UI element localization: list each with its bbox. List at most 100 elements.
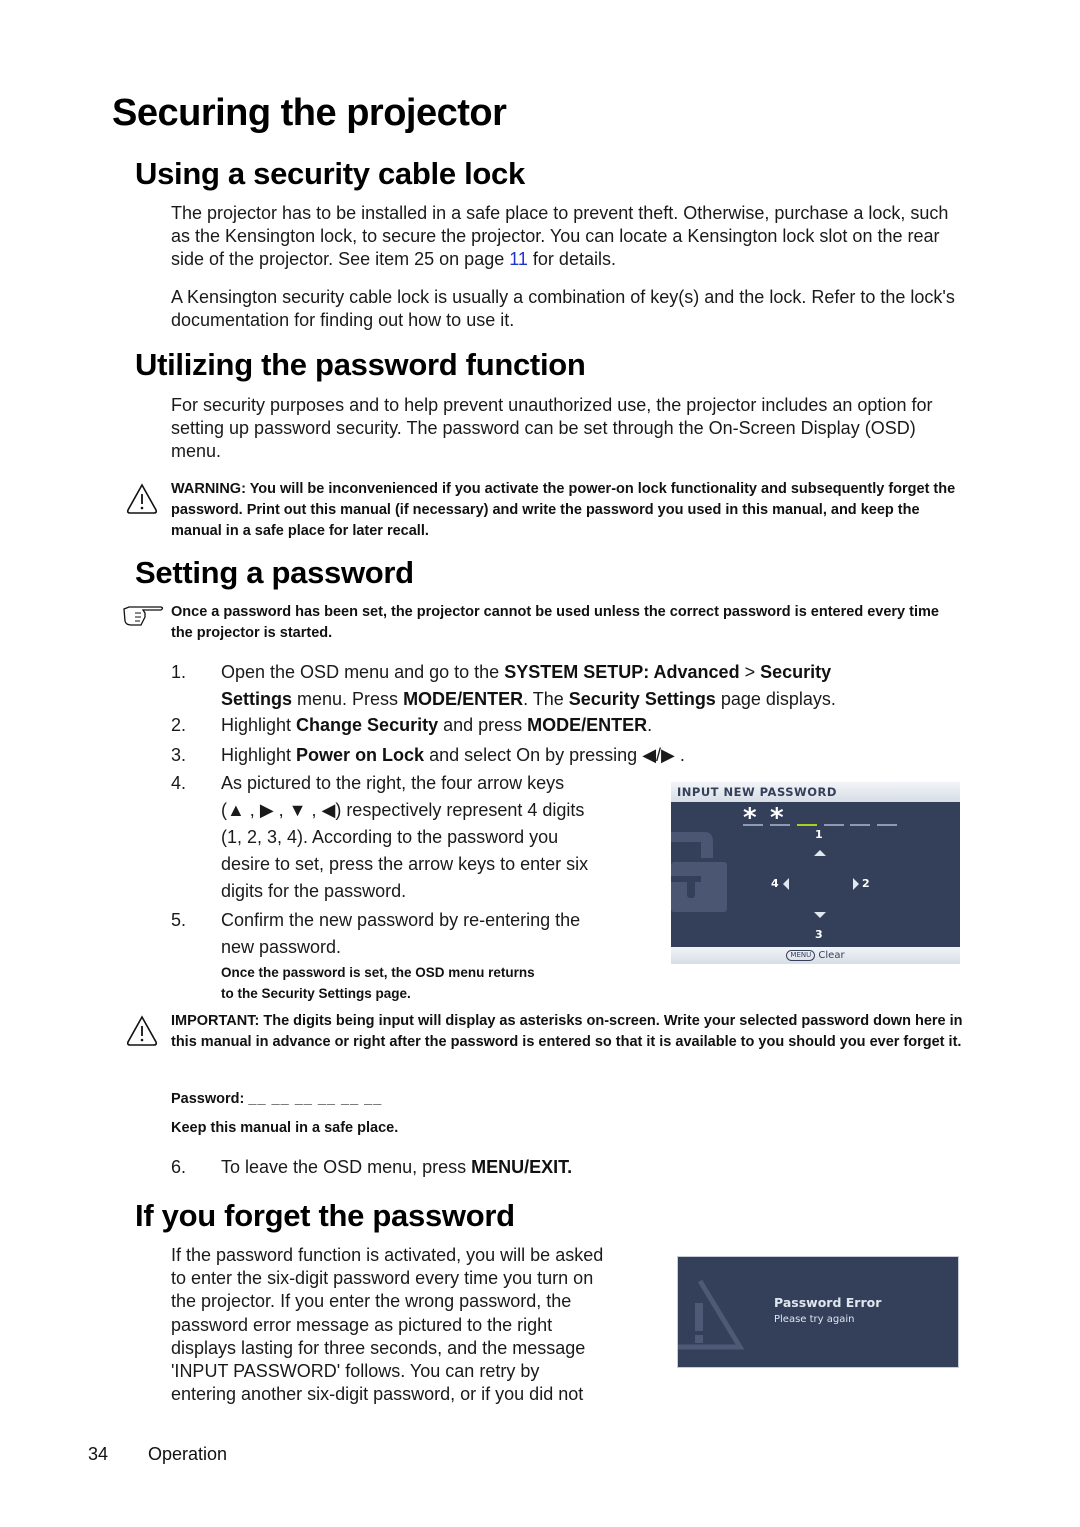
warning-note: WARNING: You will be inconvenienced if y… — [171, 479, 961, 542]
password-label: Password: — [171, 1091, 245, 1107]
password-slot — [770, 824, 790, 826]
menu-path: SYSTEM SETUP: Advanced — [504, 662, 740, 682]
text-line: displays lasting for three seconds, and … — [171, 1337, 586, 1358]
digit-left-label: 4 — [771, 877, 779, 890]
digit-right-label: 2 — [862, 877, 870, 890]
important-text: The digits being input will display as a… — [171, 1013, 963, 1050]
password-slot — [850, 824, 870, 826]
digit-down-label: 3 — [815, 928, 823, 941]
step-text: Highlight Change Security and press MODE… — [221, 712, 961, 739]
password-slot-active — [797, 824, 817, 826]
menu-item: Power on Lock — [296, 745, 425, 765]
text-line: Once the password is set, the OSD menu r… — [221, 965, 535, 980]
text-line: (▲ , ▶ , ▼ , ◀) respectively represent 4… — [221, 800, 585, 820]
text-line: desire to set, press the arrow keys to e… — [221, 854, 589, 874]
footer-section-label: Operation — [148, 1444, 228, 1464]
important-label: IMPORTANT: — [171, 1013, 260, 1029]
cable-lock-paragraph-2: A Kensington security cable lock is usua… — [171, 287, 955, 330]
key-name: MODE/ENTER — [527, 715, 648, 735]
text: page displays. — [715, 689, 836, 709]
text: Open the OSD menu and go to the — [221, 662, 505, 682]
text-line: 'INPUT PASSWORD' follows. You can retry … — [171, 1361, 540, 1382]
osd-header: INPUT NEW PASSWORD — [671, 782, 960, 802]
warning-text: You will be inconvenienced if you activa… — [171, 481, 956, 539]
keep-safe-note: Keep this manual in a safe place. — [171, 1120, 399, 1136]
text-line: the projector. If you enter the wrong pa… — [171, 1291, 572, 1312]
step-text: To leave the OSD menu, press MENU/EXIT. — [221, 1154, 961, 1181]
text-line: digits for the password. — [221, 881, 407, 901]
lock-icon — [671, 832, 727, 912]
arrow-up-icon — [814, 850, 826, 856]
menu-path: Settings — [221, 689, 293, 709]
cable-lock-paragraph-1: The projector has to be installed in a s… — [171, 202, 956, 271]
step-5-subnote: Once the password is set, the OSD menu r… — [221, 962, 651, 1004]
text-line: As pictured to the right, the four arrow… — [221, 773, 565, 793]
text-line: to enter the six-digit password every ti… — [171, 1268, 594, 1289]
warning-label: WARNING: — [171, 481, 246, 497]
error-message: Please try again — [774, 1314, 855, 1325]
section-heading-setting-password: Setting a password — [135, 555, 414, 590]
text: To leave the OSD menu, press — [221, 1157, 472, 1177]
text: Highlight — [221, 745, 297, 765]
password-slot — [824, 824, 844, 826]
arrow-left-icon — [783, 878, 789, 890]
footer-action: Clear — [818, 950, 845, 961]
text: . The — [523, 689, 569, 709]
step-number: 1. — [171, 662, 187, 682]
step-text: Highlight Power on Lock and select On by… — [221, 742, 961, 769]
text: Highlight — [221, 715, 297, 735]
text: . — [674, 745, 685, 765]
step-number: 6. — [171, 1157, 187, 1177]
text-line: to the Security Settings page. — [221, 986, 411, 1001]
setting-password-note: Once a password has been set, the projec… — [171, 604, 939, 641]
digit-up-label: 1 — [815, 828, 823, 841]
section-heading-forget-password: If you forget the password — [135, 1198, 515, 1233]
section-heading-cable-lock: Using a security cable lock — [135, 156, 525, 191]
step-number: 5. — [171, 910, 187, 930]
text: and press — [438, 715, 528, 735]
text-line: password error message as pictured to th… — [171, 1314, 553, 1335]
warning-icon — [126, 1015, 158, 1046]
step-text: Open the OSD menu and go to the SYSTEM S… — [221, 659, 961, 713]
password-slot — [877, 824, 897, 826]
section-heading-password-function: Utilizing the password function — [135, 347, 586, 382]
text-line: Confirm the new password by re-entering … — [221, 910, 581, 930]
password-function-paragraph: For security purposes and to help preven… — [171, 395, 933, 461]
menu-name: Security Settings — [568, 689, 716, 709]
menu-path: Security — [760, 662, 832, 682]
text: and select On by pressing — [424, 745, 643, 765]
step-text: Confirm the new password by re-entering … — [221, 907, 661, 961]
text-line: (1, 2, 3, 4). According to the password … — [221, 827, 559, 847]
menu-item: Change Security — [296, 715, 439, 735]
page-title: Securing the projector — [112, 92, 507, 134]
password-slot — [743, 824, 763, 826]
text: > — [739, 662, 761, 682]
paragraph-text: for details. — [527, 249, 616, 269]
important-note: IMPORTANT: The digits being input will d… — [171, 1011, 971, 1053]
arrow-down-icon — [814, 912, 826, 918]
step-number: 2. — [171, 715, 187, 735]
arrow-keys-icon: ◀/▶ — [642, 745, 675, 765]
page-link[interactable]: 11 — [509, 249, 528, 269]
step-text: As pictured to the right, the four arrow… — [221, 770, 661, 905]
osd-password-error-screenshot: Password Error Please try again — [677, 1256, 959, 1368]
password-record-line: Password: __ __ __ __ __ __ — [171, 1089, 571, 1110]
password-blanks: __ __ __ __ __ __ — [248, 1091, 383, 1107]
text-line: If the password function is activated, y… — [171, 1245, 604, 1265]
warning-icon — [126, 483, 158, 514]
arrow-right-icon — [853, 878, 859, 890]
page-number: 34 — [88, 1444, 109, 1464]
key-name: MENU/EXIT. — [471, 1157, 573, 1177]
hand-pointer-icon — [123, 606, 164, 626]
error-title: Password Error — [774, 1295, 882, 1310]
step-number: 4. — [171, 773, 187, 793]
menu-button-icon: MENU — [786, 950, 816, 961]
forget-password-paragraph: If the password function is activated, y… — [171, 1244, 661, 1406]
osd-input-password-screenshot: INPUT NEW PASSWORD * * 1 4 2 3 MENU Clea… — [671, 782, 960, 964]
text: . — [647, 715, 653, 735]
text-line: new password. — [221, 937, 342, 957]
key-name: MODE/ENTER — [403, 689, 524, 709]
osd-footer: MENU Clear — [671, 947, 960, 964]
text-line: entering another six-digit password, or … — [171, 1384, 584, 1405]
step-number: 3. — [171, 745, 187, 765]
